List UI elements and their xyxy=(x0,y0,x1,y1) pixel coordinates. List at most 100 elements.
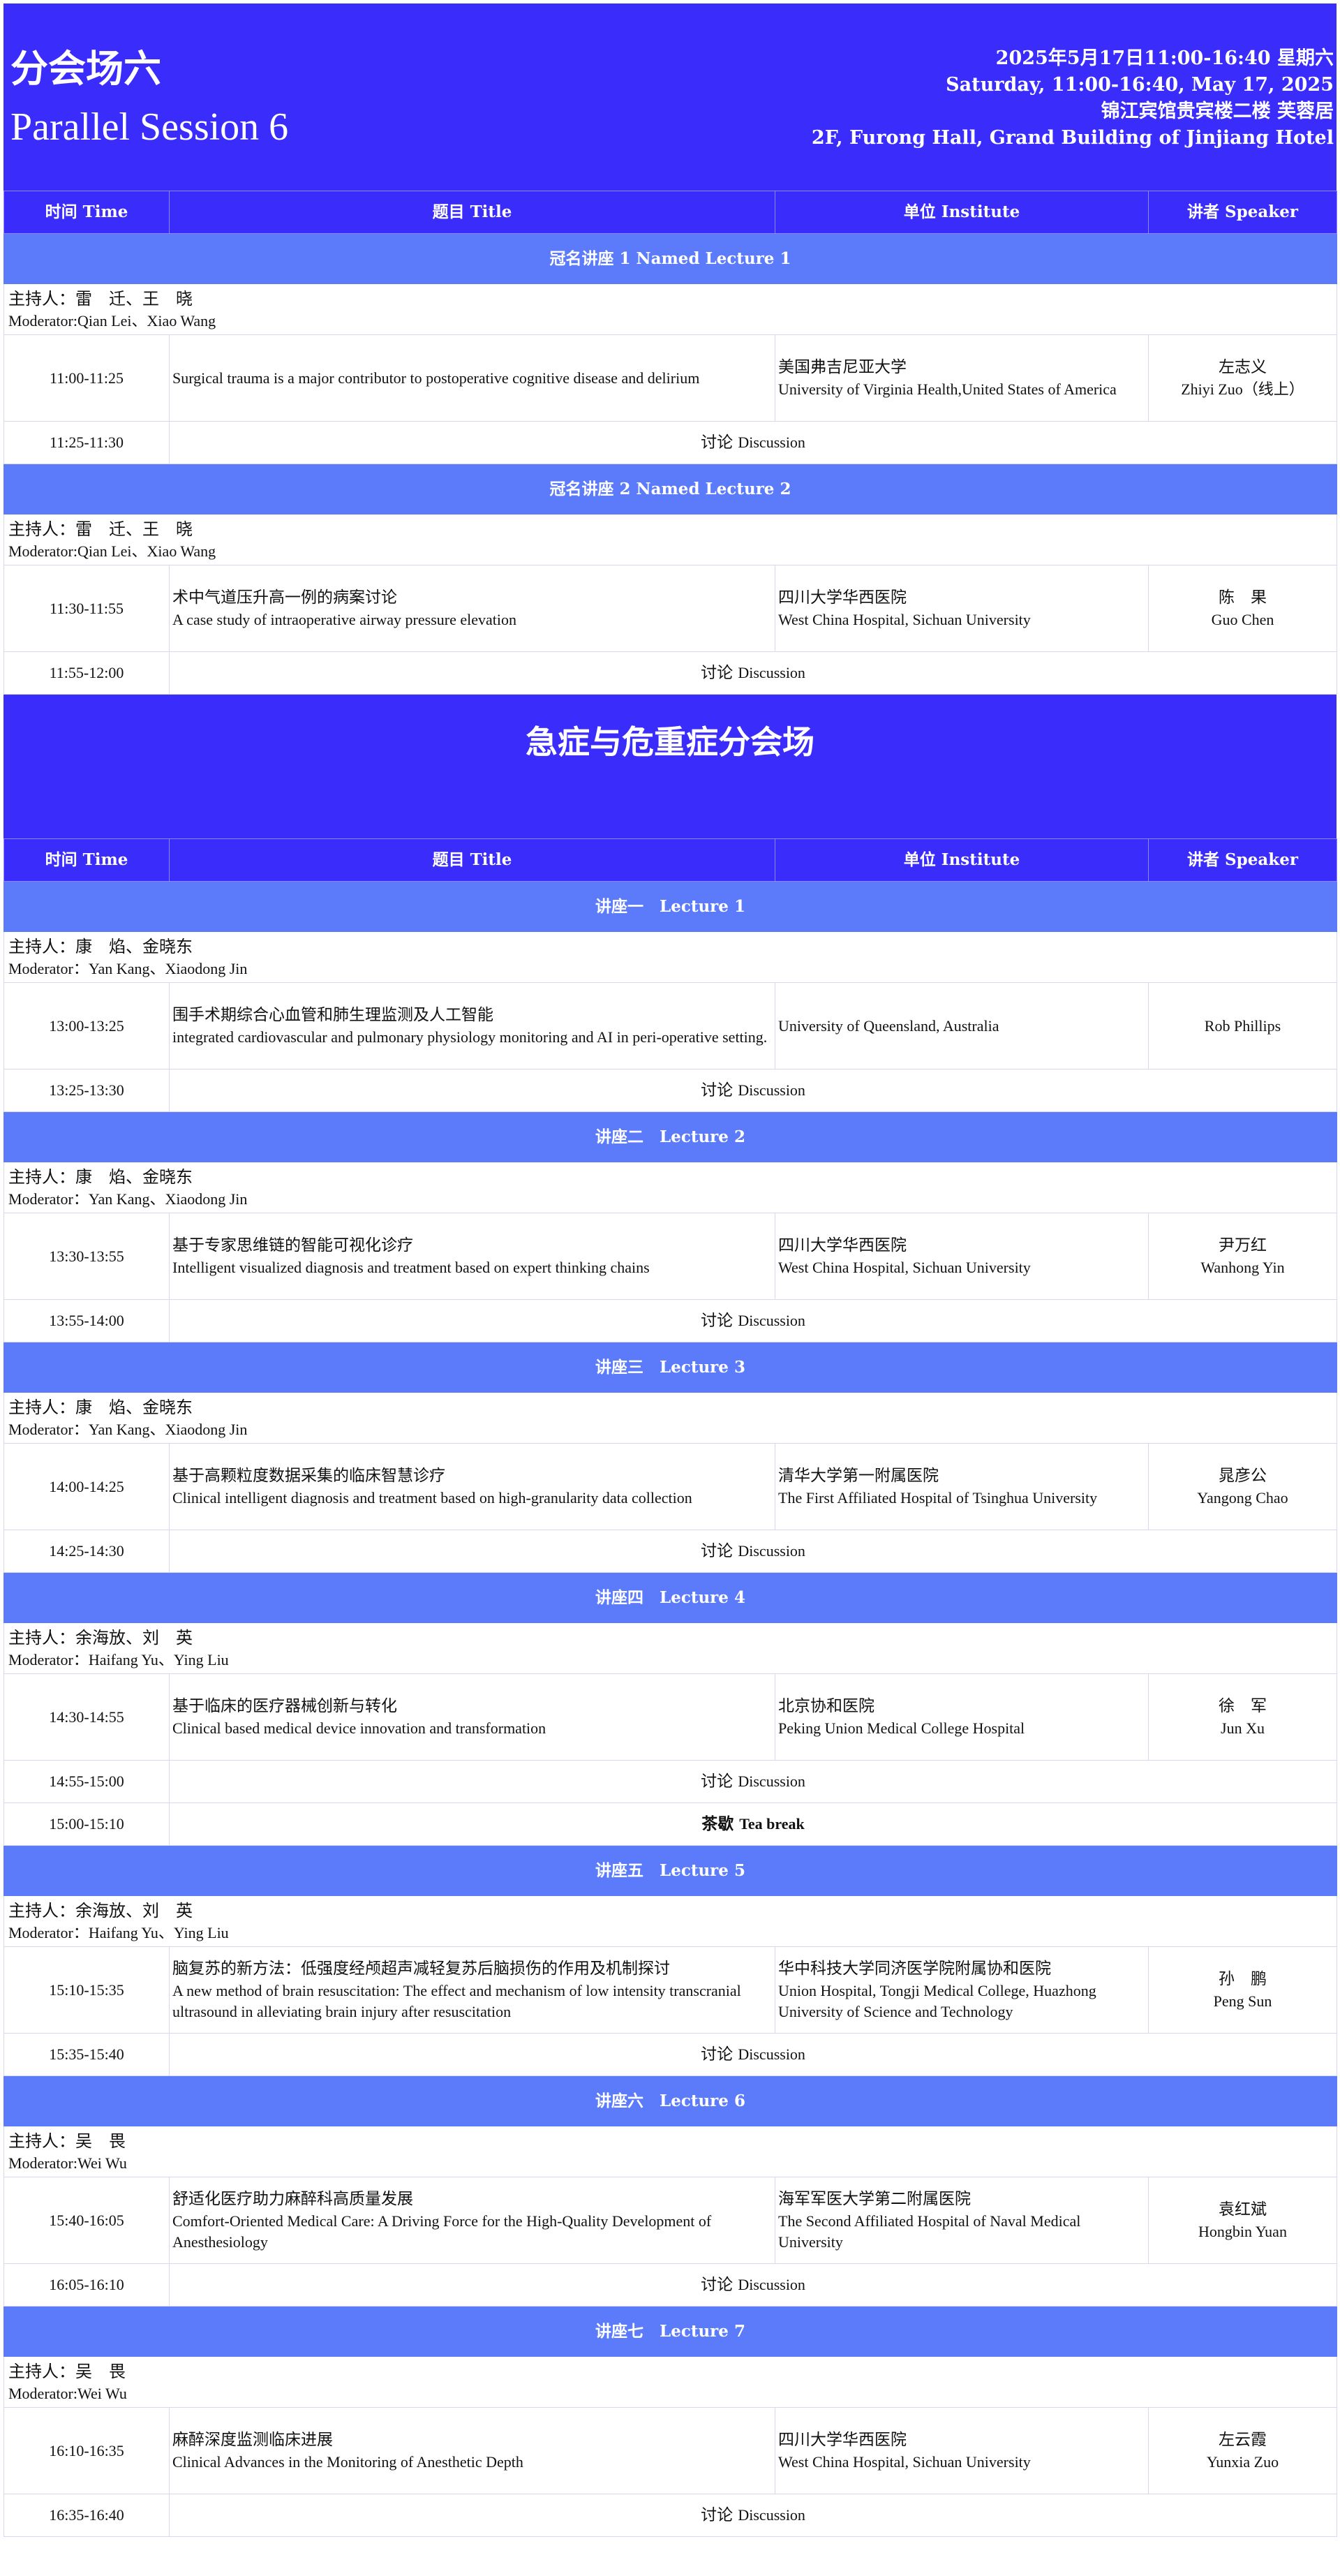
column-header-title: 题目 Title xyxy=(169,838,775,882)
moderator-row: 主持人：康 焰、金晓东 Moderator：Yan Kang、Xiaodong J… xyxy=(3,1392,1337,1444)
moderator-cell: 主持人：雷 迁、王 晓 Moderator:Qian Lei、Xiao Wang xyxy=(3,514,1337,565)
discussion-time: 11:25-11:30 xyxy=(3,421,170,464)
institute-cell: University of Queensland, Australia xyxy=(775,982,1149,1069)
session-venue-en: 2F, Furong Hall, Grand Building of Jinji… xyxy=(811,127,1334,149)
discussion-en: Discussion xyxy=(738,2045,805,2063)
discussion-en: Discussion xyxy=(738,664,805,681)
session-venue-zh: 锦江宾馆贵宾楼二楼 芙蓉居 xyxy=(1101,101,1334,122)
discussion-time: 14:25-14:30 xyxy=(3,1530,170,1573)
moderator-en: Moderator：Yan Kang、Xiaodong Jin xyxy=(8,960,248,977)
tea-break-zh: 茶歇 xyxy=(701,1815,734,1833)
lecture-section-row: 讲座四 Lecture 4 xyxy=(3,1572,1337,1623)
moderator-row: 主持人：雷 迁、王 晓 Moderator:Qian Lei、Xiao Wang xyxy=(3,283,1337,335)
moderator-row: 主持人：雷 迁、王 晓 Moderator:Qian Lei、Xiao Wang xyxy=(3,514,1337,565)
discussion-time: 13:55-14:00 xyxy=(3,1299,170,1342)
discussion-label: 讨论 Discussion xyxy=(169,1299,1337,1342)
institute-zh: 海军军医大学第二附属医院 xyxy=(778,2190,971,2208)
speaker-en: Yunxia Zuo xyxy=(1206,2453,1279,2471)
talk-time: 15:40-16:05 xyxy=(3,2177,170,2264)
institute-zh: 华中科技大学同济医学院附属协和医院 xyxy=(778,1960,1051,1978)
lecture-section-label: 冠名讲座 2 Named Lecture 2 xyxy=(3,464,1337,515)
discussion-en: Discussion xyxy=(738,2276,805,2293)
discussion-row: 11:55-12:00 讨论 Discussion xyxy=(3,651,1337,695)
discussion-zh: 讨论 xyxy=(701,1081,734,1100)
talk-title-cell: 舒适化医疗助力麻醉科高质量发展 Comfort-Oriented Medical … xyxy=(169,2177,775,2264)
speaker-cell: 左云霞 Yunxia Zuo xyxy=(1148,2407,1337,2494)
speaker-zh: 尹万红 xyxy=(1219,1236,1267,1254)
talk-title-zh: 围手术期综合心血管和肺生理监测及人工智能 xyxy=(172,1006,493,1024)
talk-row: 13:00-13:25 围手术期综合心血管和肺生理监测及人工智能 integrate… xyxy=(3,982,1337,1069)
institute-cell: 四川大学华西医院 West China Hospital, Sichuan Uni… xyxy=(775,565,1149,652)
speaker-zh: 晁彦公 xyxy=(1219,1467,1267,1485)
talk-title-cell: 脑复苏的新方法：低强度经颅超声减轻复苏后脑损伤的作用及机制探讨 A new met… xyxy=(169,1946,775,2034)
speaker-cell: 尹万红 Wanhong Yin xyxy=(1148,1213,1337,1300)
discussion-row: 14:55-15:00 讨论 Discussion xyxy=(3,1760,1337,1803)
talk-time: 11:30-11:55 xyxy=(3,565,170,652)
lecture-section-label: 讲座七 Lecture 7 xyxy=(3,2306,1337,2357)
column-header-speaker: 讲者 Speaker xyxy=(1148,838,1337,882)
column-header-title: 题目 Title xyxy=(169,191,775,234)
talk-time: 13:30-13:55 xyxy=(3,1213,170,1300)
discussion-zh: 讨论 xyxy=(701,2506,734,2524)
moderator-cell: 主持人：余海放、刘 英 Moderator：Haifang Yu、Ying Liu xyxy=(3,1895,1337,1947)
discussion-label: 讨论 Discussion xyxy=(169,1760,1337,1803)
talk-time: 14:00-14:25 xyxy=(3,1443,170,1530)
talk-row: 15:10-15:35 脑复苏的新方法：低强度经颅超声减轻复苏后脑损伤的作用及机制… xyxy=(3,1946,1337,2034)
institute-cell: 海军军医大学第二附属医院 The Second Affiliated Hospit… xyxy=(775,2177,1149,2264)
moderator-zh: 主持人：康 焰、金晓东 xyxy=(8,1167,193,1187)
lecture-section-label: 讲座二 Lecture 2 xyxy=(3,1111,1337,1162)
talk-title-en: A new method of brain resuscitation: The… xyxy=(172,1982,741,2020)
discussion-en: Discussion xyxy=(738,2506,805,2524)
speaker-zh: 袁红斌 xyxy=(1219,2200,1267,2219)
discussion-label: 讨论 Discussion xyxy=(169,1069,1337,1112)
column-header-row: 时间 Time 题目 Title 单位 Institute 讲者 Speaker xyxy=(3,191,1337,234)
discussion-row: 13:25-13:30 讨论 Discussion xyxy=(3,1069,1337,1112)
moderator-en: Moderator：Yan Kang、Xiaodong Jin xyxy=(8,1190,248,1208)
talk-title-cell: 麻醉深度监测临床进展 Clinical Advances in the Monit… xyxy=(169,2407,775,2494)
institute-zh: 四川大学华西医院 xyxy=(778,1236,907,1254)
lecture-section-row: 讲座七 Lecture 7 xyxy=(3,2306,1337,2357)
moderator-cell: 主持人：康 焰、金晓东 Moderator：Yan Kang、Xiaodong J… xyxy=(3,1392,1337,1444)
institute-zh: 四川大学华西医院 xyxy=(778,589,907,607)
talk-title-zh: 麻醉深度监测临床进展 xyxy=(172,2431,333,2449)
discussion-row: 15:35-15:40 讨论 Discussion xyxy=(3,2033,1337,2076)
discussion-time: 15:35-15:40 xyxy=(3,2033,170,2076)
institute-cell: 四川大学华西医院 West China Hospital, Sichuan Uni… xyxy=(775,1213,1149,1300)
institute-en: West China Hospital, Sichuan University xyxy=(778,1259,1031,1276)
moderator-row: 主持人：吴 畏 Moderator:Wei Wu xyxy=(3,2126,1337,2177)
speaker-cell: 孙 鹏 Peng Sun xyxy=(1148,1946,1337,2034)
talk-title-zh: 术中气道压升高一例的病案讨论 xyxy=(172,589,397,607)
tea-break-en: Tea break xyxy=(739,1815,805,1833)
tea-break-row: 15:00-15:10 茶歇 Tea break xyxy=(3,1803,1337,1846)
talk-row: 13:30-13:55 基于专家思维链的智能可视化诊疗 Intelligent vi… xyxy=(3,1213,1337,1300)
talk-row: 15:40-16:05 舒适化医疗助力麻醉科高质量发展 Comfort-Orient… xyxy=(3,2177,1337,2264)
speaker-en: Wanhong Yin xyxy=(1200,1259,1285,1276)
institute-zh: 四川大学华西医院 xyxy=(778,2431,907,2449)
talk-time: 16:10-16:35 xyxy=(3,2407,170,2494)
discussion-row: 13:55-14:00 讨论 Discussion xyxy=(3,1299,1337,1342)
speaker-en: Hongbin Yuan xyxy=(1198,2223,1287,2240)
speaker-zh: 孙 鹏 xyxy=(1219,1970,1267,1988)
lecture-section-row: 讲座三 Lecture 3 xyxy=(3,1342,1337,1393)
moderator-row: 主持人：康 焰、金晓东 Moderator：Yan Kang、Xiaodong J… xyxy=(3,931,1337,983)
talk-title-zh: 基于临床的医疗器械创新与转化 xyxy=(172,1697,397,1715)
discussion-label: 讨论 Discussion xyxy=(169,2494,1337,2537)
discussion-zh: 讨论 xyxy=(701,2045,734,2064)
talk-title-cell: 术中气道压升高一例的病案讨论 A case study of intraopera… xyxy=(169,565,775,652)
moderator-en: Moderator:Wei Wu xyxy=(8,2385,127,2402)
speaker-en: Zhiyi Zuo（线上） xyxy=(1181,380,1304,398)
speaker-cell: 晁彦公 Yangong Chao xyxy=(1148,1443,1337,1530)
speaker-en: Yangong Chao xyxy=(1197,1489,1288,1507)
institute-en: West China Hospital, Sichuan University xyxy=(778,611,1031,628)
column-header-institute: 单位 Institute xyxy=(775,838,1149,882)
discussion-time: 11:55-12:00 xyxy=(3,651,170,695)
subsession-banner: 急症与危重症分会场 xyxy=(3,695,1337,838)
moderator-en: Moderator:Qian Lei、Xiao Wang xyxy=(8,542,216,560)
speaker-cell: 陈 果 Guo Chen xyxy=(1148,565,1337,652)
discussion-label: 讨论 Discussion xyxy=(169,651,1337,695)
talk-title-en: Clinical based medical device innovation… xyxy=(172,1719,546,1737)
institute-zh: 北京协和医院 xyxy=(778,1697,874,1715)
moderator-zh: 主持人：余海放、刘 英 xyxy=(8,1901,193,1920)
moderator-cell: 主持人：康 焰、金晓东 Moderator：Yan Kang、Xiaodong J… xyxy=(3,931,1337,983)
speaker-en: Jun Xu xyxy=(1221,1719,1265,1737)
